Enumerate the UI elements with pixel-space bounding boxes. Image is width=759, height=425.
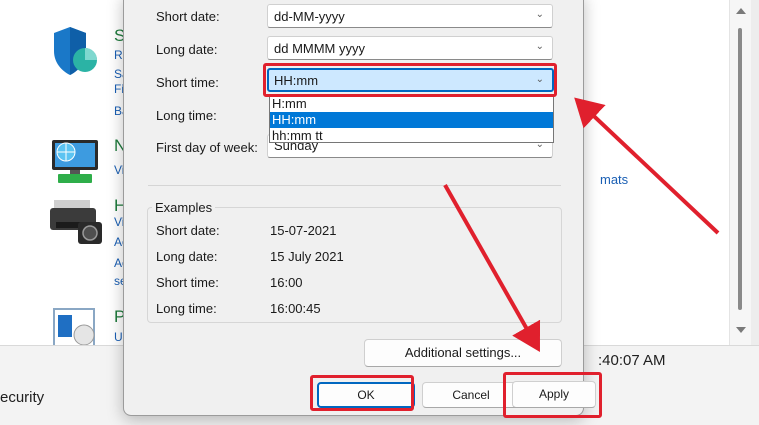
annotation-arrows bbox=[443, 97, 720, 352]
arrow-to-short-time bbox=[574, 97, 720, 235]
arrow-to-apply bbox=[443, 184, 541, 352]
